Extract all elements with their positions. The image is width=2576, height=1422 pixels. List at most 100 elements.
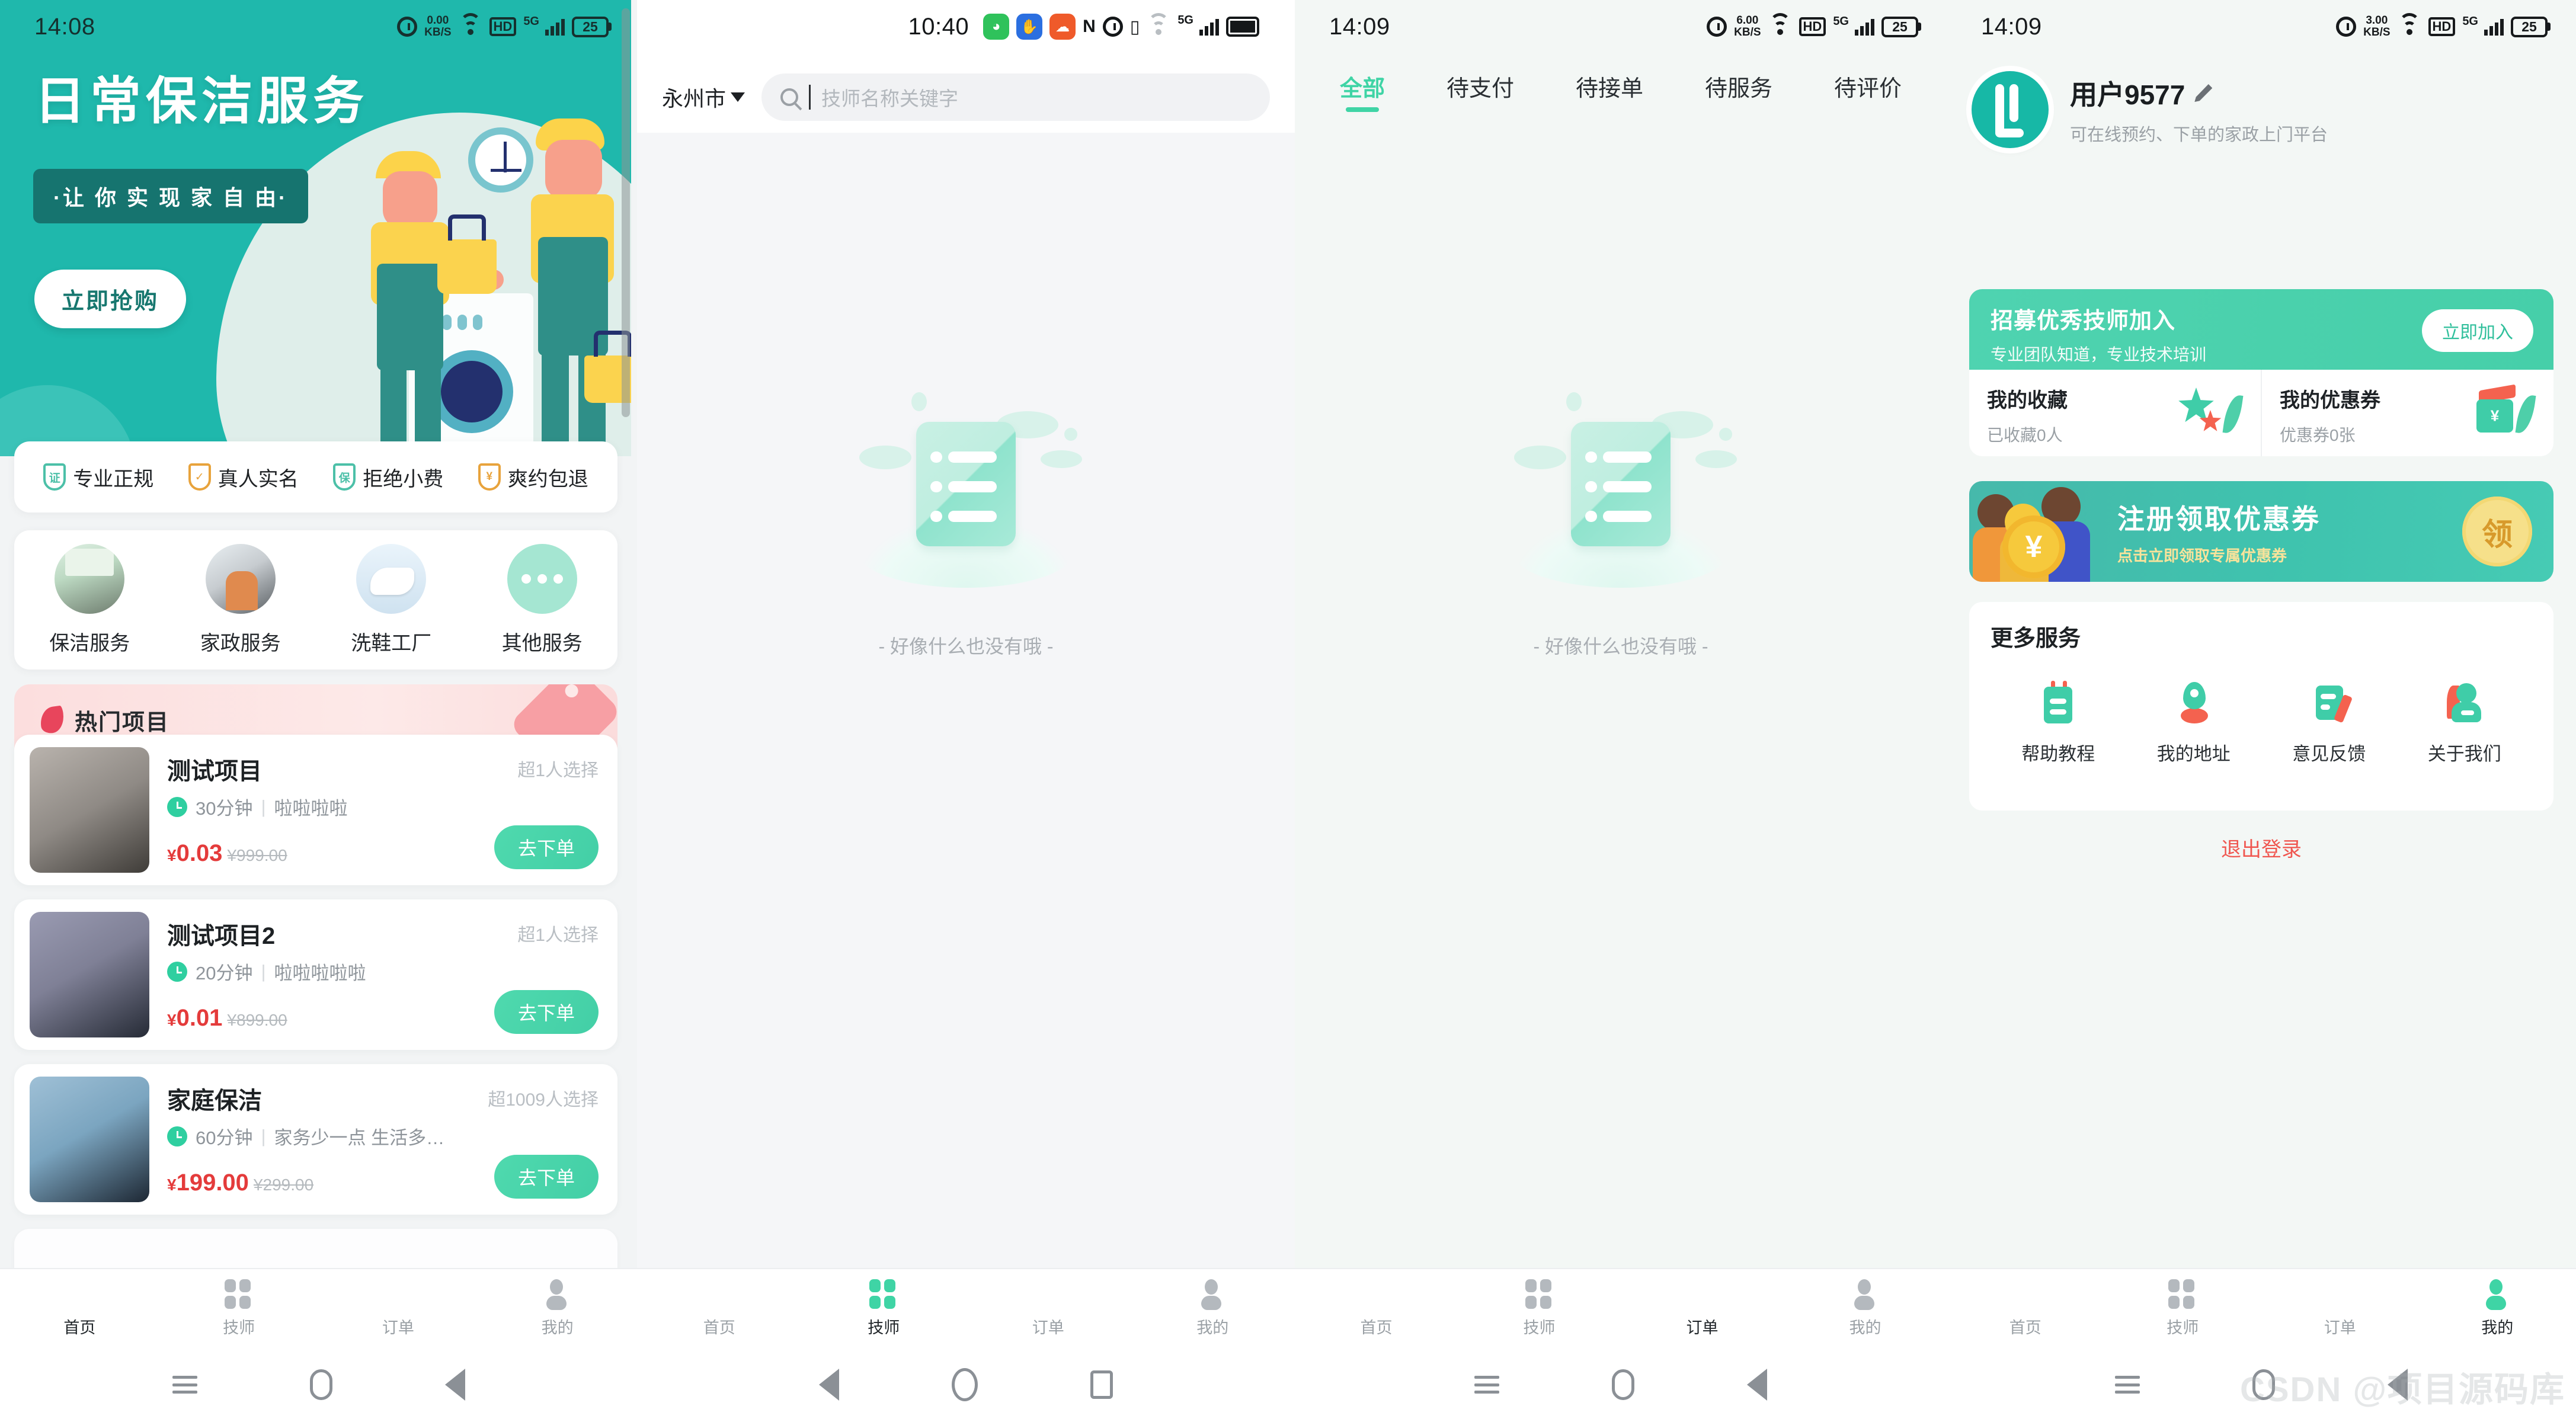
recent-square-icon[interactable] bbox=[1090, 1370, 1113, 1399]
menu-icon[interactable] bbox=[2115, 1376, 2140, 1394]
product-name: 测试项目2 bbox=[167, 923, 276, 949]
service-category-shoewash[interactable]: 洗鞋工厂 bbox=[351, 544, 431, 656]
search-input[interactable]: 技师名称关键字 bbox=[761, 73, 1270, 121]
claim-coupon-button[interactable]: 领 bbox=[2462, 497, 2532, 566]
tab-home[interactable]: 首页 bbox=[637, 1279, 802, 1338]
edit-pencil-icon[interactable] bbox=[2194, 84, 2213, 102]
back-triangle-icon[interactable] bbox=[819, 1369, 839, 1401]
service-category-other[interactable]: 其他服务 bbox=[502, 544, 583, 656]
flame-icon bbox=[39, 705, 66, 735]
join-now-button[interactable]: 立即加入 bbox=[2422, 309, 2533, 352]
service-label: 洗鞋工厂 bbox=[351, 632, 432, 655]
battery-icon bbox=[1226, 17, 1259, 37]
home-icon bbox=[65, 1279, 94, 1309]
hd-icon: HD bbox=[489, 17, 517, 36]
home-circle-icon[interactable] bbox=[2252, 1369, 2275, 1400]
user-name-row: 用户9577 bbox=[2070, 73, 2328, 113]
signal-icon bbox=[545, 18, 565, 36]
feature-badges-card: 证 专业正规 ✓ 真人实名 保 拒绝小费 ¥ 爽约包退 bbox=[14, 441, 617, 513]
product-duration: 30分钟 bbox=[196, 798, 253, 819]
avatar[interactable] bbox=[1972, 71, 2049, 148]
tab-profile[interactable]: 我的 bbox=[478, 1279, 637, 1338]
tab-profile[interactable]: 我的 bbox=[2419, 1279, 2576, 1338]
network-speed: 6.00 KB/S bbox=[1734, 14, 1761, 39]
order-filter-tabs: 全部 待支付 待接单 待服务 待评价 bbox=[1295, 55, 1947, 127]
service-category-housekeeping[interactable]: 家政服务 bbox=[200, 544, 281, 656]
bottom-tabbar-orders: 首页 技师 订单 我的 bbox=[1295, 1268, 1947, 1347]
order-tab-pending-review[interactable]: 待评价 bbox=[1834, 70, 1902, 112]
coupon-register-banner[interactable]: 注册领取优惠券 点击立即领取专属优惠券 领 bbox=[1969, 481, 2553, 582]
product-row[interactable]: 家庭保洁 超1009人选择 60分钟 | 家务少一点 生活多… ¥199.00 … bbox=[14, 1064, 617, 1215]
tab-label: 我的 bbox=[2481, 1318, 2514, 1337]
product-old-price: ¥299.00 bbox=[253, 1176, 314, 1194]
more-item-feedback[interactable]: 意见反馈 bbox=[2292, 681, 2366, 766]
tab-technicians[interactable]: 技师 bbox=[2104, 1279, 2262, 1338]
tab-technicians[interactable]: 技师 bbox=[1458, 1279, 1621, 1338]
tab-home[interactable]: 首页 bbox=[1295, 1279, 1458, 1338]
network-type-label: 5G bbox=[1177, 14, 1193, 27]
battery-icon: 25 bbox=[1881, 16, 1918, 37]
tab-home[interactable]: 首页 bbox=[0, 1279, 159, 1338]
tab-label: 我的 bbox=[1196, 1318, 1229, 1337]
product-price-block: ¥199.00 ¥299.00 bbox=[167, 1170, 313, 1196]
vertical-scrollbar[interactable] bbox=[622, 8, 630, 417]
back-triangle-icon[interactable] bbox=[444, 1369, 465, 1401]
tab-orders[interactable]: 订单 bbox=[319, 1279, 478, 1338]
order-tab-pending-payment[interactable]: 待支付 bbox=[1447, 70, 1514, 112]
product-price: ¥199.00 bbox=[167, 1170, 249, 1196]
tab-orders[interactable]: 订单 bbox=[966, 1279, 1131, 1338]
signal-icon bbox=[1855, 18, 1874, 36]
logout-button[interactable]: 退出登录 bbox=[1947, 833, 2576, 862]
home-hero-banner[interactable]: 日常保洁服务 ·让 你 实 现 家 自 由· 立即抢购 bbox=[0, 0, 631, 456]
order-button[interactable]: 去下单 bbox=[494, 990, 599, 1034]
profile-header[interactable]: 用户9577 可在线预约、下单的家政上门平台 bbox=[1972, 71, 2328, 148]
buy-now-button[interactable]: 立即抢购 bbox=[34, 270, 187, 328]
home-circle-icon[interactable] bbox=[309, 1369, 332, 1400]
home-ellipse-icon[interactable] bbox=[952, 1368, 978, 1401]
tab-technicians[interactable]: 技师 bbox=[802, 1279, 967, 1338]
product-row[interactable]: 测试项目2 超1人选择 20分钟 | 啦啦啦啦啦 ¥0.01 ¥899.00 去… bbox=[14, 899, 617, 1050]
network-type-label: 5G bbox=[523, 15, 539, 28]
back-triangle-icon[interactable] bbox=[2388, 1369, 2408, 1401]
menu-icon[interactable] bbox=[172, 1376, 197, 1394]
meta-separator: | bbox=[261, 796, 266, 817]
my-coupons-cell[interactable]: 我的优惠券 优惠券0张 bbox=[2261, 370, 2553, 456]
order-tab-all[interactable]: 全部 bbox=[1340, 70, 1385, 112]
star-leaf-icon bbox=[2175, 384, 2244, 438]
search-placeholder: 技师名称关键字 bbox=[821, 88, 959, 110]
tab-profile[interactable]: 我的 bbox=[1131, 1279, 1295, 1338]
more-item-about[interactable]: 关于我们 bbox=[2428, 681, 2501, 766]
service-category-cleaning[interactable]: 保洁服务 bbox=[49, 544, 130, 656]
product-row[interactable]: 测试项目 超1人选择 30分钟 | 啦啦啦啦 ¥0.03 ¥999.00 去下单 bbox=[14, 735, 617, 885]
tab-orders[interactable]: 订单 bbox=[2261, 1279, 2419, 1338]
more-item-address[interactable]: 我的地址 bbox=[2157, 681, 2231, 766]
signal-icon bbox=[1199, 18, 1219, 36]
back-triangle-icon[interactable] bbox=[1747, 1369, 1767, 1401]
menu-icon[interactable] bbox=[1474, 1376, 1499, 1394]
order-button[interactable]: 去下单 bbox=[494, 825, 599, 869]
tab-profile[interactable]: 我的 bbox=[1784, 1279, 1947, 1338]
service-categories-card: 保洁服务 家政服务 洗鞋工厂 其他服务 bbox=[14, 530, 617, 670]
badge-label: 拒绝小费 bbox=[363, 467, 444, 491]
order-tab-pending-accept[interactable]: 待接单 bbox=[1576, 70, 1643, 112]
tab-technicians[interactable]: 技师 bbox=[159, 1279, 319, 1338]
tab-orders[interactable]: 订单 bbox=[1621, 1279, 1784, 1338]
alarm-icon bbox=[397, 17, 418, 37]
network-speed: 3.00 KB/S bbox=[2363, 14, 2391, 39]
tab-label: 订单 bbox=[1032, 1318, 1064, 1337]
more-item-help[interactable]: 帮助教程 bbox=[2021, 681, 2095, 766]
my-favorites-cell[interactable]: 我的收藏 已收藏0人 bbox=[1969, 370, 2261, 456]
wifi-icon bbox=[1147, 13, 1170, 36]
tab-home[interactable]: 首页 bbox=[1947, 1279, 2104, 1338]
city-selector[interactable]: 永州市 bbox=[662, 82, 745, 113]
signal-icon bbox=[2484, 18, 2504, 36]
tab-label: 首页 bbox=[1360, 1318, 1393, 1337]
recruit-banner[interactable]: 招募优秀技师加入 专业团队知道，专业技术培训 立即加入 bbox=[1969, 289, 2553, 371]
order-tab-pending-service[interactable]: 待服务 bbox=[1705, 70, 1772, 112]
home-circle-icon[interactable] bbox=[1612, 1369, 1634, 1400]
tab-label: 技师 bbox=[1523, 1318, 1556, 1337]
tab-label: 技师 bbox=[2167, 1318, 2199, 1337]
feedback-pen-icon bbox=[2308, 681, 2353, 725]
order-button[interactable]: 去下单 bbox=[494, 1155, 599, 1199]
android-nav-bar bbox=[637, 1347, 1295, 1422]
